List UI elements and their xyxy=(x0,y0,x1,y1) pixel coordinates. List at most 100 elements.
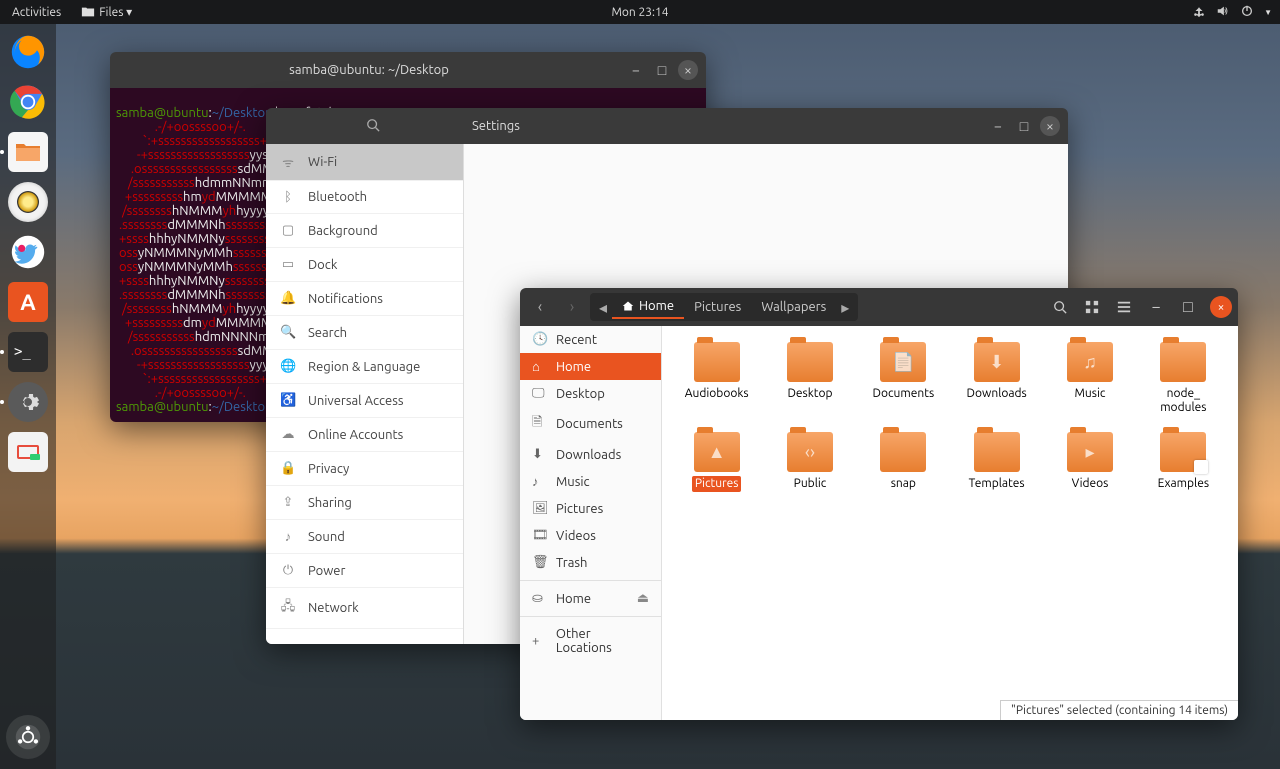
folder-public[interactable]: ‹› Public xyxy=(767,428,852,496)
settings-item-label: Search xyxy=(308,326,347,340)
folder-examples[interactable]: Examples xyxy=(1141,428,1226,496)
settings-item-notifications[interactable]: 🔔Notifications xyxy=(266,282,463,316)
sidebar-item-home[interactable]: ⌂Home xyxy=(520,353,661,380)
path-segment[interactable]: Home xyxy=(612,295,684,319)
sidebar-item-recent[interactable]: 🕓Recent xyxy=(520,326,661,353)
path-segment[interactable]: Wallpapers xyxy=(751,296,836,318)
sidebar-item-other-locations[interactable]: +Other Locations xyxy=(520,621,661,661)
settings-item-sharing[interactable]: ⇪Sharing xyxy=(266,486,463,520)
close-button[interactable]: × xyxy=(1210,296,1232,318)
search-icon[interactable] xyxy=(366,118,380,135)
dock-corebird[interactable] xyxy=(6,230,50,274)
folder-audiobooks[interactable]: Audiobooks xyxy=(674,338,759,420)
terminal-titlebar[interactable]: samba@ubuntu: ~/Desktop − □ × xyxy=(110,52,706,88)
search-icon[interactable] xyxy=(1046,293,1074,321)
folder-desktop[interactable]: Desktop xyxy=(767,338,852,420)
settings-item-label: Notifications xyxy=(308,292,383,306)
dock-settings[interactable] xyxy=(6,380,50,424)
chevron-down-icon[interactable]: ▼ xyxy=(1264,8,1272,17)
files-content[interactable]: AudiobooksDesktop📄Documents⬇Downloads♫Mu… xyxy=(662,326,1238,720)
dock-chrome[interactable] xyxy=(6,80,50,124)
forward-button[interactable]: › xyxy=(558,293,586,321)
settings-item-label: Sharing xyxy=(308,496,352,510)
sidebar-item-music[interactable]: ♪Music xyxy=(520,468,661,495)
file-label: Public xyxy=(791,476,830,492)
maximize-button[interactable]: □ xyxy=(652,60,672,80)
close-button[interactable]: × xyxy=(1040,116,1060,136)
settings-item-universal-access[interactable]: ♿Universal Access xyxy=(266,384,463,418)
sidebar-item-label: Pictures xyxy=(556,502,603,516)
sidebar-item-label: Home xyxy=(556,360,591,374)
folder-icon: 📄 xyxy=(880,342,926,382)
sidebar-item-videos[interactable]: 🎞 Videos xyxy=(520,522,661,549)
eject-icon[interactable]: ⏏ xyxy=(637,591,649,606)
settings-titlebar[interactable]: Settings − □ × xyxy=(266,108,1068,144)
dock-files[interactable] xyxy=(6,130,50,174)
path-forward-icon[interactable]: ▸ xyxy=(836,293,854,321)
back-button[interactable]: ‹ xyxy=(526,293,554,321)
icon-view-button[interactable] xyxy=(1078,293,1106,321)
settings-item-search[interactable]: 🔍Search xyxy=(266,316,463,350)
settings-item-bluetooth[interactable]: ᛒBluetooth xyxy=(266,181,463,214)
minimize-button[interactable]: − xyxy=(1142,293,1170,321)
dock-rhythmbox[interactable] xyxy=(6,180,50,224)
clock[interactable]: Mon 23:14 xyxy=(611,6,668,19)
path-back-icon[interactable]: ◂ xyxy=(594,293,612,321)
folder-snap[interactable]: snap xyxy=(861,428,946,496)
minimize-button[interactable]: − xyxy=(626,60,646,80)
maximize-button[interactable]: □ xyxy=(1174,293,1202,321)
power-icon[interactable] xyxy=(1240,4,1254,21)
file-label: Templates xyxy=(966,476,1028,492)
sidebar-item-label: Music xyxy=(556,475,590,489)
settings-item-dock[interactable]: ▭Dock xyxy=(266,248,463,282)
sidebar-item-desktop[interactable]: 🖵Desktop xyxy=(520,380,661,407)
sidebar-item-trash[interactable]: 🗑Trash xyxy=(520,549,661,576)
settings-item-background[interactable]: ▢Background xyxy=(266,214,463,248)
dock-icon: ▭ xyxy=(280,257,296,272)
dock-software[interactable]: A xyxy=(6,280,50,324)
folder-documents[interactable]: 📄Documents xyxy=(861,338,946,420)
files-sidebar[interactable]: 🕓Recent⌂Home🖵Desktop🗎Documents⬇Downloads… xyxy=(520,326,662,720)
sidebar-item-home[interactable]: ⛀Home⏏ xyxy=(520,585,661,612)
settings-item-wi-fi[interactable]: ᯤWi-Fi xyxy=(266,144,463,181)
network-icon[interactable] xyxy=(1192,4,1206,21)
bg-icon: ▢ xyxy=(280,223,296,238)
folder-node-modules[interactable]: node_modules xyxy=(1141,338,1226,420)
settings-item-sound[interactable]: ♪Sound xyxy=(266,520,463,554)
folder-icon: ‹› xyxy=(787,432,833,472)
folder-templates[interactable]: Templates xyxy=(954,428,1039,496)
settings-item-label: Wi-Fi xyxy=(308,155,337,169)
dock-firefox[interactable] xyxy=(6,30,50,74)
sidebar-item-documents[interactable]: 🗎Documents xyxy=(520,407,661,441)
settings-item-region-&-language[interactable]: 🌐Region & Language xyxy=(266,350,463,384)
sidebar-item-downloads[interactable]: ⬇Downloads xyxy=(520,441,661,468)
folder-pictures[interactable]: ▲Pictures xyxy=(674,428,759,496)
sidebar-item-label: Documents xyxy=(556,417,623,431)
settings-item-privacy[interactable]: 🔒Privacy xyxy=(266,452,463,486)
app-menu[interactable]: Files ▾ xyxy=(77,5,136,19)
sidebar-item-label: Recent xyxy=(556,333,597,347)
pathbar[interactable]: ◂ HomePicturesWallpapers▸ xyxy=(590,293,858,321)
path-segment[interactable]: Pictures xyxy=(684,296,751,318)
maximize-button[interactable]: □ xyxy=(1014,116,1034,136)
files-window[interactable]: ‹ › ◂ HomePicturesWallpapers▸ − □ × 🕓Rec… xyxy=(520,288,1238,720)
minimize-button[interactable]: − xyxy=(988,116,1008,136)
settings-item-network[interactable]: 🖧Network xyxy=(266,588,463,629)
files-toolbar[interactable]: ‹ › ◂ HomePicturesWallpapers▸ − □ × xyxy=(520,288,1238,326)
show-apps-button[interactable] xyxy=(6,715,50,759)
sidebar-item-pictures[interactable]: 🖼Pictures xyxy=(520,495,661,522)
activities-button[interactable]: Activities xyxy=(8,6,65,19)
folder-videos[interactable]: ▸Videos xyxy=(1047,428,1132,496)
settings-item-online-accounts[interactable]: ☁Online Accounts xyxy=(266,418,463,452)
folder-music[interactable]: ♫Music xyxy=(1047,338,1132,420)
settings-sidebar[interactable]: ᯤWi-FiᛒBluetooth▢Background▭Dock🔔Notific… xyxy=(266,144,464,644)
sidebar-item-label: Videos xyxy=(556,529,596,543)
dock-screenshot[interactable] xyxy=(6,430,50,474)
volume-icon[interactable] xyxy=(1216,4,1230,21)
close-button[interactable]: × xyxy=(678,60,698,80)
vids-icon: 🎞 xyxy=(532,528,546,543)
folder-downloads[interactable]: ⬇Downloads xyxy=(954,338,1039,420)
settings-item-power[interactable]: ⏻Power xyxy=(266,554,463,588)
list-view-button[interactable] xyxy=(1110,293,1138,321)
dock-terminal[interactable]: >_ xyxy=(6,330,50,374)
